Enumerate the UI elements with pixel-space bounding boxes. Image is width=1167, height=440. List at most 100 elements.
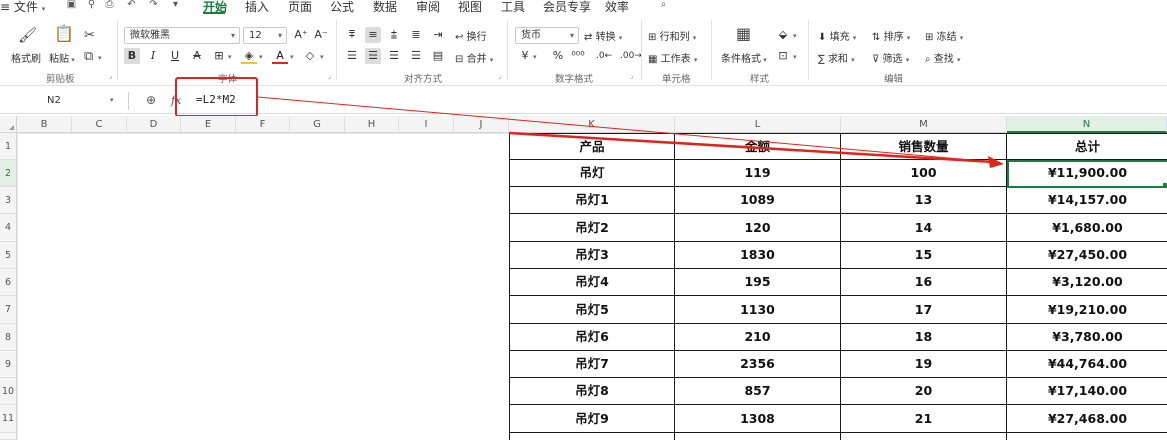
freeze-button[interactable]: ⊞ 冻结 ▾ (925, 28, 963, 43)
column-header-b[interactable]: B (17, 116, 72, 133)
italic-icon[interactable]: I (145, 48, 161, 64)
number-format-combo[interactable]: 货币 ▾ (515, 27, 579, 44)
total-cell[interactable]: ¥17,140.00 (1007, 378, 1167, 405)
tab-efficiency[interactable]: 效率 (605, 0, 629, 15)
total-cell[interactable]: ¥14,157.00 (1007, 187, 1167, 214)
tab-tools[interactable]: 工具 (501, 0, 525, 15)
column-header-f[interactable]: F (236, 116, 290, 133)
convert-button[interactable]: ⇄ 转换 ▾ (584, 28, 622, 43)
bold-icon[interactable]: B (124, 48, 140, 64)
header-cell-total[interactable]: 总计 (1007, 133, 1167, 160)
column-header-i[interactable]: I (399, 116, 454, 133)
total-cell[interactable]: ¥3,780.00 (1007, 324, 1167, 351)
tab-member[interactable]: 会员专享 (543, 0, 591, 15)
paste-button[interactable]: 粘贴 ▾ (49, 50, 75, 65)
column-header-e[interactable]: E (181, 116, 236, 133)
row-header-11[interactable]: 11 (0, 405, 17, 433)
column-header-g[interactable]: G (290, 116, 345, 133)
row-header-2[interactable]: 2 (0, 160, 17, 187)
expand-icon[interactable]: ⌟ (630, 72, 633, 80)
redo-icon[interactable]: ↷ (148, 0, 159, 10)
product-cell[interactable]: 吊灯4 (509, 269, 675, 296)
amount-cell[interactable]: 120 (675, 214, 841, 242)
product-cell[interactable]: 吊灯7 (509, 351, 675, 378)
quantity-cell[interactable]: 17 (841, 296, 1007, 324)
cut-icon[interactable]: ✂ (84, 29, 95, 43)
row-header-7[interactable]: 7 (0, 296, 17, 324)
chevron-down-icon[interactable]: ▾ (110, 96, 114, 104)
cell-style-icon[interactable]: ⬙ (775, 27, 791, 43)
total-cell[interactable]: ¥3,120.00 (1007, 269, 1167, 296)
find-button[interactable]: ⌕ 查找 ▾ (925, 50, 961, 65)
expand-icon[interactable]: ⌟ (498, 72, 501, 80)
amount-cell[interactable] (675, 433, 841, 440)
currency-icon[interactable]: ¥ (517, 48, 533, 64)
select-all-corner[interactable] (0, 116, 17, 133)
row-header-3[interactable]: 3 (0, 187, 17, 214)
chevron-down-icon[interactable]: ▾ (290, 53, 294, 61)
amount-cell[interactable]: 1130 (675, 296, 841, 324)
tab-formula[interactable]: 公式 (330, 0, 354, 15)
font-name-combo[interactable]: 微软雅黑 ▾ (124, 27, 240, 44)
quantity-cell[interactable]: 18 (841, 324, 1007, 351)
quantity-cell[interactable]: 14 (841, 214, 1007, 242)
border-icon[interactable]: ⊞ (211, 48, 227, 64)
amount-cell[interactable]: 1308 (675, 405, 841, 433)
row-header-6[interactable]: 6 (0, 269, 17, 296)
chevron-down-icon[interactable]: ▾ (793, 32, 797, 40)
amount-cell[interactable]: 1089 (675, 187, 841, 214)
product-cell[interactable]: 吊灯6 (509, 324, 675, 351)
decrease-decimal-icon[interactable]: .00→ (620, 48, 642, 64)
tab-data[interactable]: 数据 (373, 0, 397, 15)
name-box[interactable]: N2 (0, 91, 118, 111)
search-icon[interactable]: ⌕ (658, 0, 669, 10)
increase-decimal-icon[interactable]: .0← (596, 48, 612, 64)
total-cell[interactable]: ¥1,680.00 (1007, 214, 1167, 242)
total-cell[interactable]: ¥19,210.00 (1007, 296, 1167, 324)
row-header-9[interactable]: 9 (0, 351, 17, 378)
chevron-down-icon[interactable]: ▾ (170, 0, 181, 10)
amount-cell[interactable]: 2356 (675, 351, 841, 378)
header-cell-amount[interactable]: 金额 (675, 133, 841, 160)
fill-color-icon[interactable]: ◈ (241, 48, 257, 64)
column-header-m[interactable]: M (841, 116, 1007, 133)
header-cell-quantity[interactable]: 销售数量 (841, 133, 1007, 160)
product-cell[interactable]: 吊灯3 (509, 242, 675, 269)
row-header-10[interactable]: 10 (0, 378, 17, 405)
amount-cell[interactable]: 210 (675, 324, 841, 351)
rows-columns-button[interactable]: ⊞ 行和列 ▾ (648, 28, 696, 43)
quantity-cell[interactable]: 21 (841, 405, 1007, 433)
row-header-8[interactable]: 8 (0, 324, 17, 351)
worksheet-button[interactable]: ▦ 工作表 ▾ (648, 50, 697, 65)
print-icon[interactable]: ⎙ (104, 0, 115, 10)
sum-button[interactable]: ∑ 求和 ▾ (818, 50, 855, 65)
fill-button[interactable]: ⬇ 填充 ▾ (818, 28, 856, 43)
product-cell[interactable]: 吊灯2 (509, 214, 675, 242)
quantity-cell[interactable]: 13 (841, 187, 1007, 214)
chevron-down-icon[interactable]: ▾ (259, 53, 263, 61)
wrap-text-button[interactable]: ↩ 换行 (455, 28, 487, 43)
filter-button[interactable]: ⊽ 筛选 ▾ (872, 50, 909, 65)
undo-icon[interactable]: ↶ (126, 0, 137, 10)
chevron-down-icon[interactable]: ▾ (320, 53, 324, 61)
tab-insert[interactable]: 插入 (245, 0, 269, 15)
row-header-4[interactable]: 4 (0, 214, 17, 242)
fill-handle[interactable] (1163, 183, 1167, 188)
strikethrough-icon[interactable]: A (189, 48, 205, 64)
zoom-icon[interactable]: ⊕ (146, 93, 156, 107)
quantity-cell[interactable]: 100 (841, 160, 1007, 187)
tab-review[interactable]: 审阅 (416, 0, 440, 15)
row-header-12[interactable] (0, 433, 17, 440)
column-header-h[interactable]: H (345, 116, 399, 133)
amount-cell[interactable]: 119 (675, 160, 841, 187)
column-header-n[interactable]: N (1007, 116, 1167, 133)
sort-button[interactable]: ⇅ 排序 ▾ (872, 28, 910, 43)
quantity-cell[interactable]: 19 (841, 351, 1007, 378)
total-cell[interactable]: ¥27,450.00 (1007, 242, 1167, 269)
copy-dropdown-icon[interactable]: ▾ (98, 54, 102, 62)
product-cell[interactable]: 吊灯9 (509, 405, 675, 433)
product-cell[interactable]: 吊灯5 (509, 296, 675, 324)
conditional-format-button[interactable]: 条件格式 ▾ (721, 50, 767, 65)
product-cell[interactable]: 吊灯 (509, 160, 675, 187)
chevron-down-icon[interactable]: ▾ (793, 53, 797, 61)
